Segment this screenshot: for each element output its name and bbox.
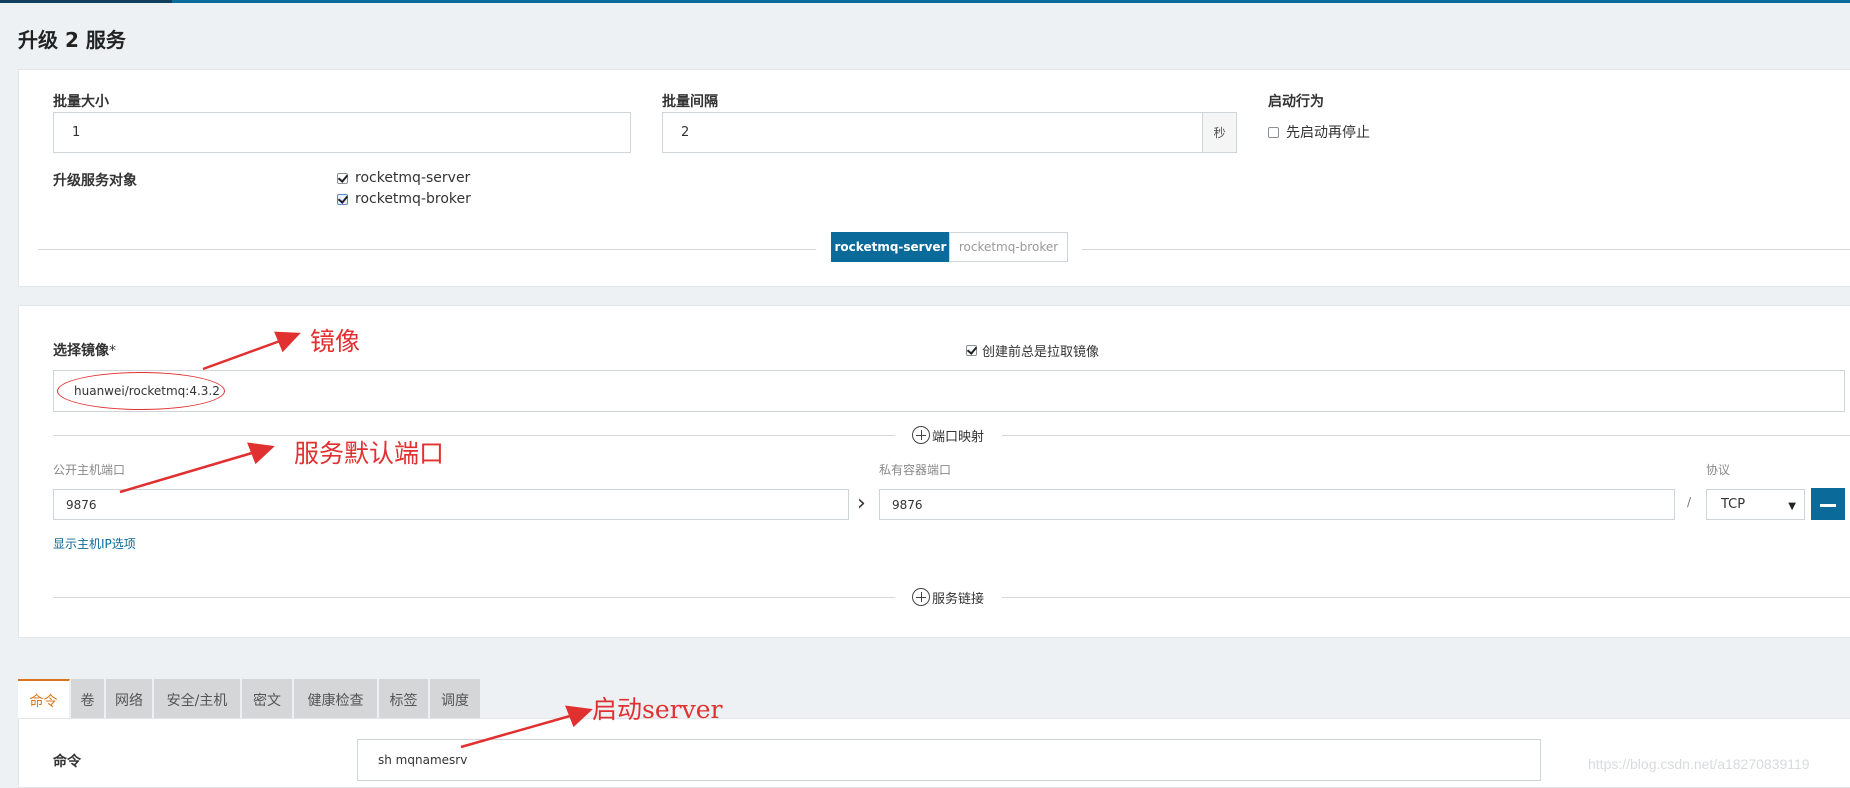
tab-security-host[interactable]: 安全/主机: [154, 679, 241, 720]
tab-network[interactable]: 网络: [106, 679, 153, 720]
chevron-right-icon: ›: [857, 491, 866, 516]
command-input[interactable]: sh mqnamesrv: [357, 739, 1541, 781]
service-tab-rocketmq-broker[interactable]: rocketmq-broker: [949, 232, 1068, 262]
protocol-value: TCP: [1721, 497, 1746, 512]
private-port-input[interactable]: 9876: [879, 489, 1675, 520]
select-image-label-text: 选择镜像: [53, 343, 109, 359]
plus-circle-icon: [912, 426, 930, 444]
protocol-label: 协议: [1706, 463, 1731, 477]
port-mapping-label: 端口映射: [932, 429, 985, 445]
target-item-rocketmq-server[interactable]: rocketmq-server: [337, 170, 470, 186]
target-checkbox-server[interactable]: [337, 172, 348, 184]
command-label: 命令: [53, 754, 81, 770]
always-pull-checkbox[interactable]: 创建前总是拉取镜像: [966, 341, 1099, 360]
tab-volumes[interactable]: 卷: [71, 679, 105, 720]
links-divider-right: [1002, 597, 1850, 598]
target-checkbox-broker[interactable]: [337, 193, 348, 205]
annotation-command: 启动server: [592, 695, 723, 724]
watermark: https://blog.csdn.net/a18270839119: [1588, 756, 1810, 772]
tab-health-check[interactable]: 健康检查: [294, 679, 378, 720]
target-label-broker: rocketmq-broker: [355, 191, 471, 207]
batch-size-label: 批量大小: [53, 94, 109, 110]
target-label-server: rocketmq-server: [355, 170, 471, 186]
show-host-ip-link[interactable]: 显示主机IP选项: [53, 535, 136, 552]
startup-behavior-label: 启动行为: [1268, 94, 1324, 110]
tab-labels[interactable]: 标签: [379, 679, 429, 720]
remove-port-button[interactable]: [1811, 488, 1845, 520]
top-accent-bar-dark: [0, 0, 172, 3]
public-port-label: 公开主机端口: [53, 463, 126, 477]
annotation-port: 服务默认端口: [294, 439, 445, 468]
start-before-stop-label: 先启动再停止: [1286, 125, 1370, 141]
batch-interval-input[interactable]: 2: [662, 112, 1203, 153]
links-divider-left: [53, 597, 895, 598]
tab-scheduling[interactable]: 调度: [430, 679, 481, 720]
protocol-select[interactable]: TCP ▼: [1706, 489, 1805, 520]
always-pull-box[interactable]: [966, 345, 977, 356]
ports-divider-left: [53, 435, 895, 436]
service-link-label: 服务链接: [932, 591, 985, 607]
divider-right: [1082, 249, 1850, 250]
image-annotation-ellipse: [57, 372, 225, 410]
ports-divider-right: [1002, 435, 1850, 436]
private-port-label: 私有容器端口: [879, 463, 952, 477]
required-mark: *: [109, 343, 116, 359]
image-input[interactable]: huanwei/rocketmq:4.3.2: [53, 370, 1845, 412]
batch-size-input[interactable]: 1: [53, 112, 631, 153]
port-mapping-add[interactable]: 端口映射: [906, 425, 991, 445]
always-pull-label: 创建前总是拉取镜像: [982, 345, 1100, 360]
public-port-input[interactable]: 9876: [53, 489, 849, 520]
upgrade-targets-label: 升级服务对象: [53, 173, 137, 189]
caret-down-icon: ▼: [1788, 501, 1796, 512]
page-title: 升级 2 服务: [18, 28, 126, 52]
plus-circle-icon: [912, 588, 930, 606]
protocol-separator: /: [1687, 495, 1692, 509]
divider-left: [38, 249, 816, 250]
service-link-add[interactable]: 服务链接: [906, 587, 991, 607]
start-before-stop-box[interactable]: [1268, 126, 1279, 138]
tab-command[interactable]: 命令: [18, 679, 70, 720]
service-tab-rocketmq-server[interactable]: rocketmq-server: [831, 232, 950, 262]
annotation-image: 镜像: [310, 327, 361, 356]
batch-interval-label: 批量间隔: [662, 94, 718, 110]
target-item-rocketmq-broker[interactable]: rocketmq-broker: [337, 191, 471, 207]
start-before-stop-checkbox[interactable]: 先启动再停止: [1268, 122, 1370, 142]
tab-secrets[interactable]: 密文: [242, 679, 293, 720]
interval-unit-addon: 秒: [1202, 112, 1237, 153]
select-image-label: 选择镜像*: [53, 340, 116, 360]
top-accent-bar: [0, 0, 1850, 3]
